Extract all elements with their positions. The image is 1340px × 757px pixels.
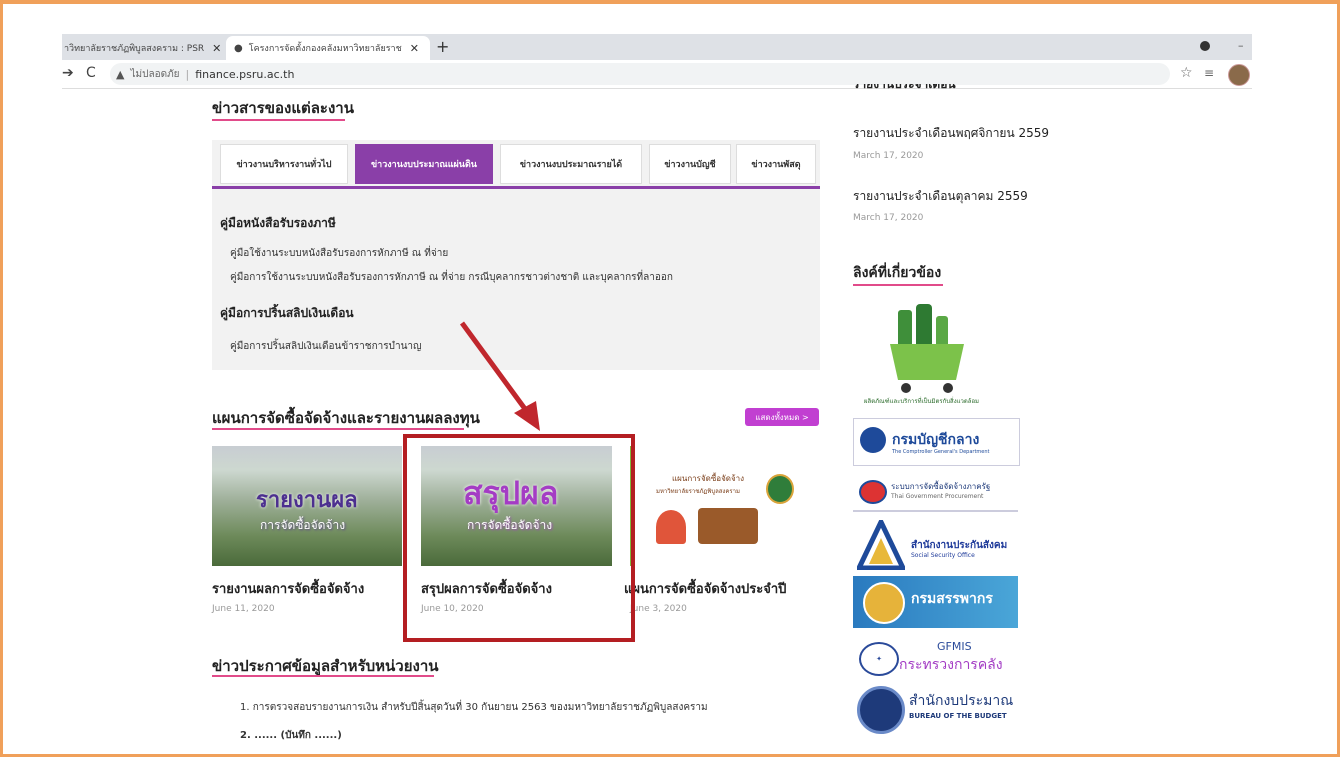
reading-list-icon[interactable]: ≡ xyxy=(1204,66,1214,80)
forward-icon[interactable]: ➔ xyxy=(62,65,74,81)
tab-revenue-budget[interactable]: ข่าวงานงบประมาณรายได้ xyxy=(500,144,642,184)
card-title[interactable]: แผนการจัดซื้อจัดจ้างประจำปี xyxy=(624,578,786,599)
bb-name-en: BUREAU OF THE BUDGET xyxy=(909,712,1007,720)
cgd-name-en: The Comptroller General's Department xyxy=(892,449,990,455)
sidebar-report-date: March 17, 2020 xyxy=(853,151,924,161)
panel-link[interactable]: คู่มือการใช้งานระบบหนังสือรับรองการหักภา… xyxy=(230,270,673,285)
sso-logo[interactable]: สำนักงานประกันสังคม Social Security Offi… xyxy=(853,520,1018,572)
budget-bureau-logo[interactable]: สำนักงบประมาณ BUREAU OF THE BUDGET xyxy=(853,684,1018,734)
rd-emblem-icon xyxy=(863,582,905,624)
green-label-text: ผลิตภัณฑ์และบริการที่เป็นมิตรกับสิ่งแวดล… xyxy=(864,398,980,405)
highlight-box xyxy=(403,434,635,642)
card-image[interactable]: แผนการจัดซื้อจัดจ้าง มหาวิทยาลัยราชภัฏพิ… xyxy=(630,446,820,566)
card-image[interactable]: รายงานผล การจัดซื้อจัดจ้าง xyxy=(212,446,402,566)
close-icon[interactable]: ✕ xyxy=(410,42,419,55)
globe-icon: ● xyxy=(234,42,243,54)
section-title: ข่าวสารของแต่ละงาน xyxy=(212,99,354,117)
tab-label: โครงการจัดตั้งกองคลังมหาวิทยาลัยราช xyxy=(248,44,402,54)
close-icon[interactable]: ✕ xyxy=(212,42,221,55)
tab-general-admin[interactable]: ข่าวงานบริหารงานทั่วไป xyxy=(220,144,348,184)
browser-tab[interactable]: าวิทยาลัยราชภัฏพิบูลสงคราม : PSR ✕ xyxy=(62,36,224,60)
card-image-title: แผนการจัดซื้อจัดจ้าง xyxy=(672,474,745,483)
sso-name-en: Social Security Office xyxy=(911,552,975,559)
gfmis-emblem-icon: ✦ xyxy=(859,642,899,676)
panel-link[interactable]: คู่มือใช้งานระบบหนังสือรับรองการหักภาษี … xyxy=(230,246,448,261)
sso-name: สำนักงานประกันสังคม xyxy=(911,540,1008,551)
card-image-subtitle: การจัดซื้อจัดจ้าง xyxy=(260,518,346,532)
panel-link[interactable]: คู่มือการปริ้นสลิปเงินเดือนข้าราชการบำนา… xyxy=(230,339,422,354)
title-underline xyxy=(212,119,345,121)
tab-accounting[interactable]: ข่าวงานบัญชี xyxy=(649,144,731,184)
card-date: June 3, 2020 xyxy=(630,604,687,614)
tab-indicator xyxy=(212,186,820,189)
gfmis-logo[interactable]: ✦ GFMIS กระทรวงการคลัง xyxy=(853,636,1018,680)
screenshot-frame xyxy=(0,0,1340,757)
revenue-dept-logo[interactable]: กรมสรรพากร xyxy=(853,576,1018,628)
gp-name-en: Thai Government Procurement xyxy=(891,493,984,500)
sidebar-heading: รายงานประจำเดือน xyxy=(853,84,956,91)
url-text: finance.psru.ac.th xyxy=(195,67,295,81)
tab-label: าวิทยาลัยราชภัฏพิบูลสงคราม : PSR xyxy=(64,44,205,54)
card-title[interactable]: รายงานผลการจัดซื้อจัดจ้าง xyxy=(212,578,364,599)
section-title: แผนการจัดซื้อจัดจ้างและรายงานผลลงทุน xyxy=(212,409,480,427)
gfmis-name: GFMIS xyxy=(937,640,972,653)
sso-emblem-icon xyxy=(857,520,905,570)
list-item[interactable]: 1. การตรวจสอบรายงานการเงิน สำหรับปีสิ้นส… xyxy=(240,700,708,715)
tab-state-budget[interactable]: ข่าวงานงบประมาณแผ่นดิน xyxy=(355,144,493,184)
address-bar: ➔ C ▲ ไม่ปลอดภัย | finance.psru.ac.th ☆ … xyxy=(62,60,1252,89)
security-label: ไม่ปลอดภัย xyxy=(130,68,180,80)
gp-name: ระบบการจัดซื้อจัดจ้างภาครัฐ xyxy=(891,482,991,491)
sidebar-report-link[interactable]: รายงานประจำเดือนตุลาคม 2559 xyxy=(853,187,1028,206)
green-label-logo[interactable]: ผลิตภัณฑ์และบริการที่เป็นมิตรกับสิ่งแวดล… xyxy=(860,300,988,408)
bb-emblem-icon xyxy=(857,686,905,734)
panel-heading: คู่มือหนังสือรับรองภาษี xyxy=(220,216,336,230)
warning-icon: ▲ xyxy=(116,67,125,81)
cgd-logo[interactable]: กรมบัญชีกลาง The Comptroller General's D… xyxy=(853,418,1020,466)
panel-heading: คู่มือการปริ้นสลิปเงินเดือน xyxy=(220,306,354,320)
gfmis-ministry: กระทรวงการคลัง xyxy=(899,657,1003,673)
title-underline xyxy=(212,428,464,430)
card-date: June 11, 2020 xyxy=(212,604,275,614)
new-tab-icon[interactable]: + xyxy=(436,37,449,56)
people-icon xyxy=(698,508,758,544)
browser-tab-active[interactable]: ● โครงการจัดตั้งกองคลังมหาวิทยาลัยราช ✕ xyxy=(226,36,430,60)
sidebar-report-link[interactable]: รายงานประจำเดือนพฤศจิกายน 2559 xyxy=(853,124,1049,143)
cgd-emblem-icon xyxy=(860,427,886,453)
reload-icon[interactable]: C xyxy=(86,65,96,81)
url-field[interactable]: ▲ ไม่ปลอดภัย | finance.psru.ac.th xyxy=(110,63,1170,85)
view-all-button[interactable]: แสดงทั้งหมด > xyxy=(745,408,819,426)
tab-supplies[interactable]: ข่าวงานพัสดุ xyxy=(736,144,816,184)
record-icon[interactable] xyxy=(1200,41,1210,51)
separator: | xyxy=(185,67,190,81)
title-underline xyxy=(212,675,434,677)
sidebar-report-date: March 17, 2020 xyxy=(853,213,924,223)
person-icon xyxy=(656,510,686,544)
sidebar-links-title: ลิงค์ที่เกี่ยวข้อง xyxy=(853,265,942,281)
card-image-subtitle: มหาวิทยาลัยราชภัฏพิบูลสงคราม xyxy=(656,488,740,495)
title-underline xyxy=(853,284,943,286)
avatar[interactable] xyxy=(1228,64,1250,86)
shopping-cart-icon xyxy=(890,304,964,393)
card-image-title: รายงานผล xyxy=(256,488,358,513)
star-icon[interactable]: ☆ xyxy=(1180,65,1193,81)
gprocurement-logo[interactable]: ระบบการจัดซื้อจัดจ้างภาครัฐ Thai Governm… xyxy=(853,472,1018,512)
list-item[interactable]: 2. ...... (บันทึก ......) xyxy=(240,728,342,743)
rd-name: กรมสรรพากร xyxy=(911,591,993,607)
university-seal-icon xyxy=(766,474,794,504)
bb-name: สำนักงบประมาณ xyxy=(909,693,1014,709)
cgd-name: กรมบัญชีกลาง xyxy=(892,432,980,448)
minimize-icon[interactable]: – xyxy=(1238,39,1244,52)
gp-emblem-icon xyxy=(859,480,887,504)
browser-tab-bar: าวิทยาลัยราชภัฏพิบูลสงคราม : PSR ✕ ● โคร… xyxy=(62,34,1252,60)
